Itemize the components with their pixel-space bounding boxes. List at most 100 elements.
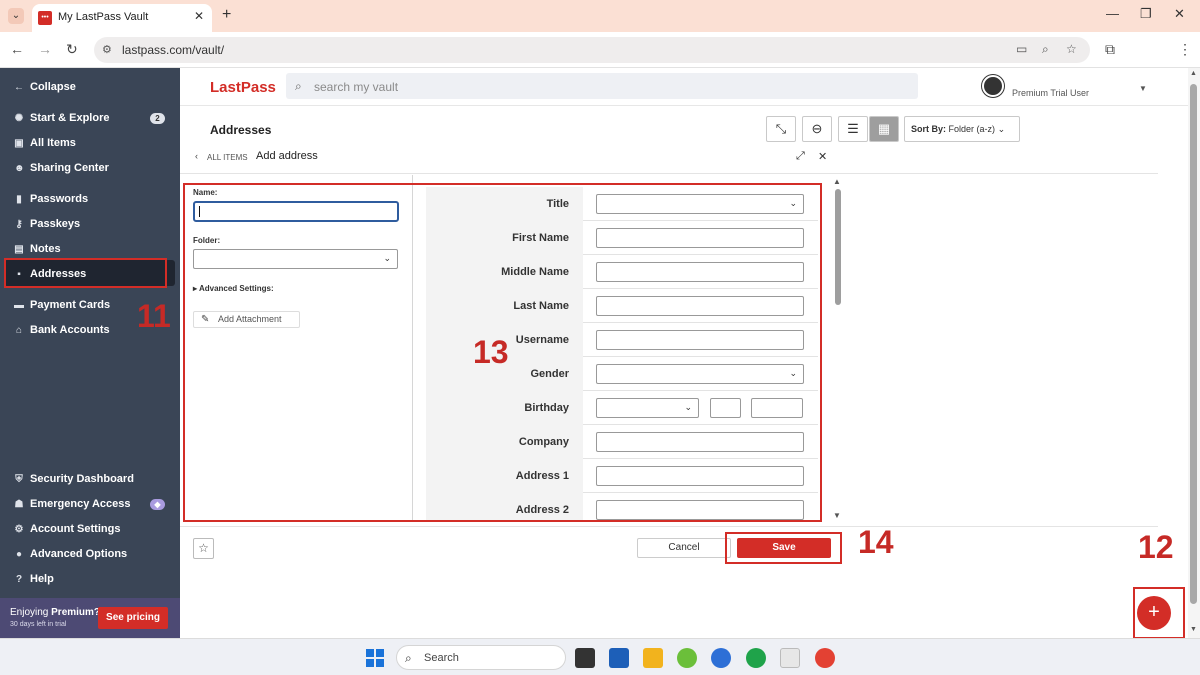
list-view-button[interactable]: ☰ bbox=[838, 116, 868, 142]
sidebar-item-bank-accounts[interactable]: ⌂ Bank Accounts bbox=[14, 324, 110, 336]
edge-icon[interactable] bbox=[746, 648, 766, 668]
page-scroll-thumb[interactable] bbox=[1190, 84, 1197, 604]
sidebar-item-label: Notes bbox=[30, 243, 61, 255]
vault-search[interactable]: ⌕ search my vault bbox=[286, 73, 918, 99]
sort-by-dropdown[interactable]: Sort By: Folder (a-z) ⌄ bbox=[904, 116, 1020, 142]
start-explore-badge: 2 bbox=[150, 113, 165, 124]
page-scrollbar[interactable]: ▲ ▼ bbox=[1188, 68, 1200, 638]
sidebar-item-passkeys[interactable]: ⚷ Passkeys bbox=[14, 218, 80, 230]
page-scroll-down-icon[interactable]: ▼ bbox=[1190, 626, 1197, 633]
browser-menu-icon[interactable]: ⋮ bbox=[1178, 41, 1192, 58]
url-text[interactable]: lastpass.com/vault/ bbox=[122, 43, 224, 57]
browser-toolbar: ← → ↻ ⚙ lastpass.com/vault/ ▭ ⌕ ☆ ⧉ ⋮ bbox=[0, 32, 1200, 68]
sidebar-item-notes[interactable]: ▤ Notes bbox=[14, 243, 61, 255]
back-chevron-icon[interactable]: ‹ bbox=[195, 151, 198, 161]
zalo-icon[interactable] bbox=[711, 648, 731, 668]
windows-start-icon[interactable] bbox=[366, 649, 384, 667]
user-label[interactable]: Premium Trial User bbox=[1012, 88, 1089, 98]
forward-arrow-icon[interactable]: → bbox=[38, 41, 52, 57]
tab-close-icon[interactable]: ✕ bbox=[194, 9, 204, 23]
sidebar-item-security-dashboard[interactable]: ⛨ Security Dashboard bbox=[14, 473, 134, 485]
annotation-12: 12 bbox=[1138, 529, 1174, 565]
compass-icon: ✺ bbox=[14, 112, 24, 124]
bookmark-star-icon[interactable]: ☆ bbox=[1066, 42, 1077, 56]
taskbar-search-label: Search bbox=[424, 652, 459, 664]
user-avatar[interactable] bbox=[982, 75, 1004, 97]
sidebar-item-payment-cards[interactable]: ▬ Payment Cards bbox=[14, 299, 110, 311]
promo-trial-days: 30 days left in trial bbox=[10, 621, 67, 628]
cancel-button[interactable]: Cancel bbox=[637, 538, 731, 558]
premium-promo: Enjoying Premium? 30 days left in trial … bbox=[0, 598, 180, 638]
sidebar-item-label: Payment Cards bbox=[30, 299, 111, 311]
passkey-icon: ⚷ bbox=[15, 218, 23, 230]
see-pricing-button[interactable]: See pricing bbox=[98, 607, 168, 629]
sidebar-collapse[interactable]: ← Collapse bbox=[14, 81, 76, 93]
promo-headline: Enjoying Premium? bbox=[10, 607, 100, 618]
fields-scroll-thumb[interactable] bbox=[835, 189, 841, 305]
favorite-button[interactable]: ☆ bbox=[193, 538, 214, 559]
scroll-down-icon[interactable]: ▼ bbox=[833, 511, 841, 520]
sidebar-item-label: All Items bbox=[30, 137, 76, 149]
scroll-up-icon[interactable]: ▲ bbox=[833, 177, 841, 186]
window-close-button[interactable]: ✕ bbox=[1174, 6, 1185, 22]
grid-view-icon: ▦ bbox=[877, 121, 891, 136]
browser-tab[interactable]: ••• My LastPass Vault ✕ bbox=[32, 4, 212, 32]
tab-list-chevron-icon[interactable]: ⌄ bbox=[8, 8, 24, 24]
form-top-divider bbox=[180, 173, 1158, 174]
store-icon[interactable] bbox=[609, 648, 629, 668]
sidebar-item-help[interactable]: ? Help bbox=[14, 573, 54, 585]
lastpass-logo: LastPass bbox=[210, 79, 276, 96]
zoom-out-icon: ⊖ bbox=[811, 121, 823, 136]
dialog-title: Add address bbox=[256, 150, 318, 162]
minimize-button[interactable]: — bbox=[1106, 6, 1119, 21]
sidebar-item-advanced-options[interactable]: ● Advanced Options bbox=[14, 548, 127, 560]
extensions-icon[interactable]: ⧉ bbox=[1105, 41, 1115, 58]
app-icon[interactable] bbox=[677, 648, 697, 668]
sidebar-item-label: Passwords bbox=[30, 193, 89, 205]
zoom-icon[interactable]: ⌕ bbox=[1042, 42, 1049, 57]
taskbar-search[interactable]: ⌕ Search bbox=[396, 645, 566, 670]
sidebar-item-label: Help bbox=[30, 573, 54, 585]
sidebar-item-account-settings[interactable]: ⚙ Account Settings bbox=[14, 523, 121, 535]
sidebar-item-passwords[interactable]: ▮ Passwords bbox=[14, 193, 88, 205]
dialog-close-icon[interactable]: ✕ bbox=[818, 150, 827, 163]
expand-icon[interactable]: ⤢ bbox=[796, 150, 805, 163]
new-tab-button[interactable]: + bbox=[222, 6, 231, 24]
back-arrow-icon[interactable]: ← bbox=[10, 41, 24, 57]
header-divider bbox=[180, 105, 1188, 106]
sidebar-item-sharing-center[interactable]: ☻ Sharing Center bbox=[14, 162, 109, 174]
form-bottom-divider bbox=[180, 526, 1158, 527]
annotation-11: 11 bbox=[137, 298, 171, 334]
zoom-out-button[interactable]: ⊖ bbox=[802, 116, 832, 142]
collapse-view-button[interactable]: ⤡ bbox=[766, 116, 796, 142]
app-window-icon[interactable] bbox=[780, 648, 800, 668]
user-menu-chevron-icon[interactable]: ▼ bbox=[1139, 84, 1147, 93]
more-icon: ● bbox=[15, 548, 23, 560]
file-explorer-icon[interactable] bbox=[643, 648, 663, 668]
restore-button[interactable]: ❐ bbox=[1140, 6, 1152, 22]
shield-icon: ⛨ bbox=[15, 473, 23, 485]
promo-prefix: Enjoying bbox=[10, 607, 52, 618]
site-info-icon[interactable]: ⚙ bbox=[102, 43, 112, 56]
emergency-access-premium-icon: ◆ bbox=[150, 499, 165, 510]
fields-scrollbar[interactable]: ▲ ▼ bbox=[832, 175, 842, 521]
windows-taskbar: ⌕ Search bbox=[0, 638, 1200, 675]
sidebar-item-start-explore[interactable]: ✺ Start & Explore bbox=[14, 112, 110, 124]
task-view-icon[interactable] bbox=[575, 648, 595, 668]
sidebar-collapse-label: Collapse bbox=[30, 81, 76, 93]
page-scroll-up-icon[interactable]: ▲ bbox=[1190, 70, 1197, 77]
sidebar-item-emergency-access[interactable]: ☗ Emergency Access bbox=[14, 498, 131, 510]
chrome-icon[interactable] bbox=[815, 648, 835, 668]
url-bar[interactable]: ⚙ lastpass.com/vault/ ▭ ⌕ ☆ bbox=[94, 37, 1090, 63]
reload-icon[interactable]: ↻ bbox=[66, 41, 78, 58]
grid-view-button[interactable]: ▦ bbox=[869, 116, 899, 142]
cast-off-icon[interactable]: ▭ bbox=[1016, 42, 1027, 56]
search-icon: ⌕ bbox=[295, 79, 302, 93]
browser-titlebar: ⌄ ••• My LastPass Vault ✕ + — ❐ ✕ bbox=[0, 0, 1200, 32]
lock-icon: ▮ bbox=[16, 193, 22, 205]
sidebar-item-all-items[interactable]: ▣ All Items bbox=[14, 137, 76, 149]
search-input[interactable]: search my vault bbox=[314, 80, 398, 94]
arrow-left-icon: ← bbox=[14, 81, 24, 93]
chevron-down-icon: ⌄ bbox=[997, 124, 1006, 134]
breadcrumb-all-items[interactable]: ALL ITEMS bbox=[207, 153, 248, 162]
